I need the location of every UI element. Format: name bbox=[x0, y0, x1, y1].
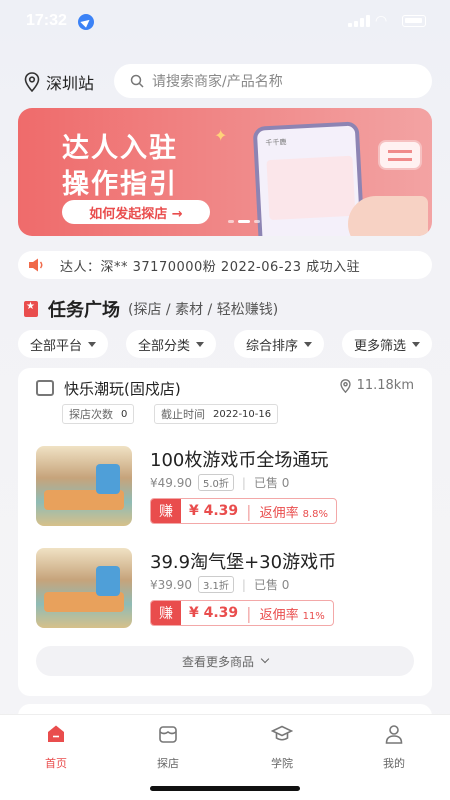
location-pin-icon bbox=[339, 378, 351, 393]
caret-down-icon bbox=[303, 341, 312, 347]
filter-category[interactable]: 全部分类 bbox=[125, 330, 216, 358]
product-title: 100枚游戏币全场通玩 bbox=[150, 450, 329, 471]
product-thumbnail bbox=[36, 548, 132, 628]
location-pin-icon bbox=[24, 72, 40, 92]
chevron-down-icon bbox=[260, 654, 270, 664]
banner-guide-button[interactable]: 如何发起探店 → bbox=[62, 200, 210, 224]
product-price: ¥39.90 bbox=[150, 577, 192, 592]
filter-bar: 全部平台 全部分类 综合排序 更多筛选 bbox=[18, 330, 432, 358]
location-arrow-icon bbox=[78, 14, 94, 30]
city-label: 深圳站 bbox=[46, 74, 95, 93]
graduation-cap-icon bbox=[270, 725, 294, 741]
home-indicator bbox=[150, 786, 300, 791]
section-title: 任务广场 bbox=[48, 300, 120, 321]
filter-sort[interactable]: 综合排序 bbox=[233, 330, 324, 358]
product-price: ¥49.90 bbox=[150, 475, 192, 490]
commission-rate: 返佣率 11% bbox=[259, 607, 325, 623]
caret-down-icon bbox=[196, 341, 204, 347]
product-sold: 已售 0 bbox=[253, 578, 290, 592]
section-subtitle: (探店 / 素材 / 轻松赚钱) bbox=[128, 302, 279, 318]
store-card[interactable]: 快乐潮玩(固戍店) 11.18km 探店次数 0 截止时间 2022-10-16 1… bbox=[18, 368, 432, 696]
filter-platform[interactable]: 全部平台 bbox=[18, 330, 109, 358]
tab-explore-store[interactable]: 探店 bbox=[138, 723, 198, 771]
status-time: 17:32 bbox=[26, 12, 67, 29]
battery-icon bbox=[402, 15, 426, 27]
store-icon bbox=[36, 380, 54, 396]
product-discount: 5.0折 bbox=[198, 474, 234, 491]
home-icon bbox=[48, 725, 64, 742]
product-sold: 已售 0 bbox=[253, 476, 290, 490]
caret-down-icon bbox=[411, 341, 420, 347]
earn-tag: 赚 bbox=[151, 499, 181, 523]
product-thumbnail bbox=[36, 446, 132, 526]
phone-screen-illustration bbox=[266, 155, 356, 221]
tab-home[interactable]: 首页 bbox=[26, 723, 86, 771]
cellular-signal-icon bbox=[348, 15, 370, 27]
search-icon bbox=[130, 74, 144, 88]
visits-tag: 探店次数 0 bbox=[62, 404, 135, 424]
view-more-products-button[interactable]: 查看更多商品 bbox=[36, 646, 414, 676]
tab-mine[interactable]: 我的 bbox=[364, 723, 424, 771]
chat-bubble-icon bbox=[378, 140, 422, 170]
earn-box: 赚 ¥ 4.39 | 返佣率 11% bbox=[150, 600, 334, 626]
earn-amount: ¥ 4.39 bbox=[189, 503, 239, 519]
earn-amount: ¥ 4.39 bbox=[189, 605, 239, 621]
earn-box: 赚 ¥ 4.39 | 返佣率 8.8% bbox=[150, 498, 337, 524]
hand-illustration bbox=[348, 196, 428, 236]
banner-title-line1: 达人入驻 bbox=[62, 133, 178, 163]
product-title: 39.9淘气堡+30游戏币 bbox=[150, 552, 337, 573]
commission-rate: 返佣率 8.8% bbox=[259, 505, 328, 521]
store-distance: 11.18km bbox=[339, 378, 414, 393]
caret-down-icon bbox=[88, 341, 97, 347]
notice-text: 达人：深** 37170000粉 2022-06-23 成功入驻 bbox=[60, 259, 361, 275]
city-selector[interactable]: 深圳站 bbox=[24, 70, 94, 94]
user-icon bbox=[385, 725, 403, 744]
product-price-line: ¥39.90 3.1折 | 已售 0 bbox=[150, 576, 290, 593]
carousel-dots bbox=[228, 220, 260, 223]
deadline-tag: 截止时间 2022-10-16 bbox=[154, 404, 279, 424]
search-placeholder: 请搜索商家/产品名称 bbox=[152, 74, 283, 90]
wifi-icon: ◠ bbox=[375, 13, 388, 29]
notice-ticker: 达人：深** 37170000粉 2022-06-23 成功入驻 bbox=[18, 251, 432, 279]
product-item[interactable]: 100枚游戏币全场通玩 ¥49.90 5.0折 | 已售 0 赚 ¥ 4.39 … bbox=[36, 446, 416, 530]
star-flag-icon bbox=[24, 301, 38, 317]
product-price-line: ¥49.90 5.0折 | 已售 0 bbox=[150, 474, 290, 491]
banner-title-line2: 操作指引 bbox=[62, 169, 178, 199]
earn-tag: 赚 bbox=[151, 601, 181, 625]
phone-header-text: 千千鹿 bbox=[265, 138, 287, 148]
search-input[interactable]: 请搜索商家/产品名称 bbox=[114, 64, 432, 98]
promo-banner[interactable]: ✦ 达人入驻 操作指引 如何发起探店 → 千千鹿 bbox=[18, 108, 432, 236]
product-discount: 3.1折 bbox=[198, 576, 234, 593]
product-item[interactable]: 39.9淘气堡+30游戏币 ¥39.90 3.1折 | 已售 0 赚 ¥ 4.3… bbox=[36, 548, 416, 632]
store-icon bbox=[159, 726, 177, 743]
sparkle-icon: ✦ bbox=[214, 126, 228, 145]
task-square-header: 任务广场 (探店 / 素材 / 轻松赚钱) bbox=[24, 296, 278, 322]
filter-more[interactable]: 更多筛选 bbox=[341, 330, 432, 358]
store-name: 快乐潮玩(固戍店) bbox=[64, 380, 181, 398]
status-bar: 17:32 ◠ bbox=[0, 0, 450, 46]
speaker-icon bbox=[29, 258, 43, 272]
tab-academy[interactable]: 学院 bbox=[252, 723, 312, 771]
